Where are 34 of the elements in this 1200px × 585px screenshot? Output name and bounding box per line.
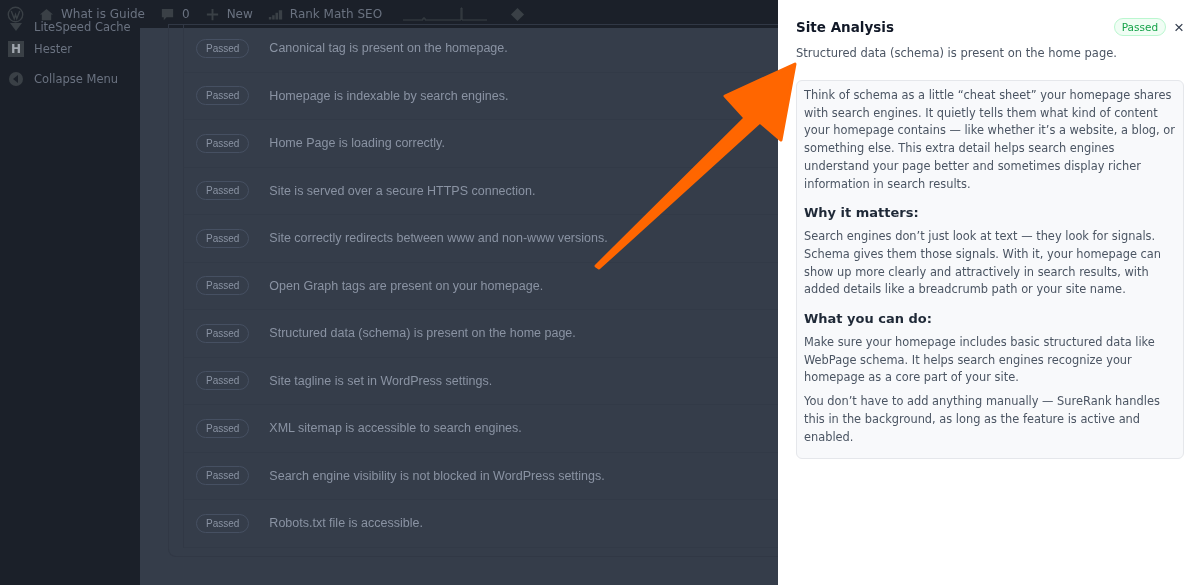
panel-subtitle: Structured data (schema) is present on the home page.	[796, 46, 1118, 60]
home-icon[interactable]	[39, 6, 54, 22]
sidebar-item[interactable]: LiteSpeed Cache	[34, 20, 131, 34]
check-text[interactable]: Structured data (schema) is present on the home page.	[269, 326, 576, 341]
comment-icon[interactable]	[160, 6, 175, 22]
check-text[interactable]: Robots.txt file is accessible.	[269, 516, 423, 531]
check-text[interactable]: XML sitemap is accessible to search engines.	[269, 421, 522, 436]
check-text[interactable]: Open Graph tags are present on your homepage.	[269, 278, 544, 293]
check-text[interactable]: Search engine visibility is not blocked in WordPress settings.	[269, 468, 605, 483]
check-text[interactable]: Canonical tag is present on the homepage.	[269, 41, 508, 56]
section-heading: What you can do:	[804, 311, 933, 327]
site-name-link[interactable]: What is Guide	[61, 7, 145, 21]
paragraph: You don’t have to add anything manually — SureRank handles this in the background, as long as the feature is active and enabled.	[804, 393, 1161, 446]
sidebar-item[interactable]: Hester	[34, 42, 73, 56]
panel-title: Site Analysis	[796, 19, 895, 35]
check-text[interactable]: Homepage is indexable by search engines.	[269, 88, 509, 103]
paragraph: Think of schema as a little “cheat sheet” your homepage shares with search engines. It quietly tells them what kind of content your homepage contains — like whether it’s a website, a blog, or something else. This extra detail helps search engines understand your page better and sometimes display richer information in search results.	[804, 87, 1176, 193]
check-text[interactable]: Home Page is loading correctly.	[269, 136, 445, 151]
check-text[interactable]: Site is served over a secure HTTPS connection.	[269, 183, 536, 198]
letter-icon[interactable]: H	[8, 41, 24, 57]
close-button[interactable]: ×	[1166, 18, 1184, 36]
check-text[interactable]: Site correctly redirects between www and non-www versions.	[269, 231, 608, 246]
comment-count: 0	[182, 7, 190, 21]
new-link[interactable]: New	[226, 7, 253, 21]
check-text[interactable]: Site tagline is set in WordPress settings.	[269, 373, 493, 388]
paragraph: Make sure your homepage includes basic structured data like WebPage schema. It helps search engines recognize your homepage as a core part of your site.	[804, 334, 1156, 387]
seo-link[interactable]: Rank Math SEO	[289, 7, 383, 21]
plus-icon[interactable]	[204, 6, 220, 22]
section-heading: Why it matters:	[804, 205, 920, 221]
sidebar-item[interactable]: Collapse Menu	[34, 72, 119, 86]
wordpress-logo-icon[interactable]	[7, 5, 24, 23]
collapse-icon[interactable]	[8, 71, 24, 87]
paragraph: Search engines don’t just look at text — they look for signals. Schema gives them those signals. With it, your homepage can show up more clearly and attractively in search results, with added details like a breadcrumb path or your site name.	[804, 228, 1163, 299]
status-badge: Passed	[1113, 18, 1167, 36]
